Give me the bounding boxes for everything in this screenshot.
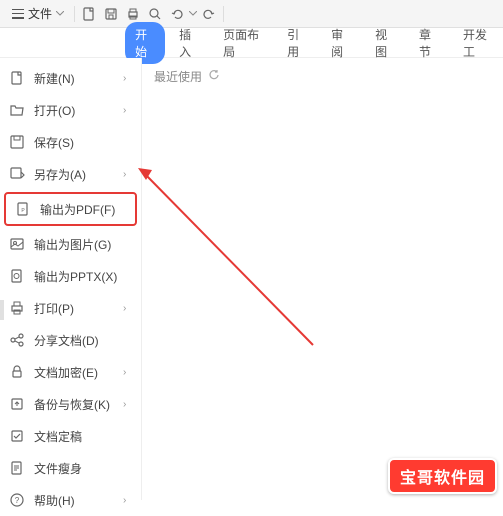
content-area: 最近使用 <box>142 58 503 500</box>
menu-label: 输出为PDF(F) <box>40 201 127 218</box>
file-menu-sidebar: 新建(N) › 打开(O) › 保存(S) 另存为(A) › P 输出为PDF(… <box>0 58 142 500</box>
menu-new[interactable]: 新建(N) › <box>0 62 141 94</box>
menu-label: 备份与恢复(K) <box>34 396 123 413</box>
menu-export-pptx[interactable]: 输出为PPTX(X) <box>0 260 141 292</box>
menu-help[interactable]: ? 帮助(H) › <box>0 484 141 516</box>
svg-text:P: P <box>21 208 25 214</box>
hamburger-icon <box>12 9 24 19</box>
menu-label: 文档定稿 <box>34 428 133 445</box>
chevron-right-icon: › <box>123 105 133 116</box>
print-icon <box>8 299 26 317</box>
menu-label: 文档加密(E) <box>34 364 123 381</box>
chevron-right-icon: › <box>123 73 133 84</box>
chevron-down-icon <box>56 10 64 18</box>
save-icon[interactable] <box>101 4 121 24</box>
pptx-icon <box>8 267 26 285</box>
preview-icon[interactable] <box>145 4 165 24</box>
left-edge-marker <box>0 300 4 320</box>
menu-label: 帮助(H) <box>34 492 123 509</box>
chevron-right-icon: › <box>123 495 133 506</box>
menu-encrypt[interactable]: 文档加密(E) › <box>0 356 141 388</box>
menu-export-pdf[interactable]: P 输出为PDF(F) <box>4 192 137 226</box>
menu-open[interactable]: 打开(O) › <box>0 94 141 126</box>
chevron-right-icon: › <box>123 367 133 378</box>
file-menu-label: 文件 <box>28 5 52 22</box>
save-icon <box>8 133 26 151</box>
separator <box>74 6 75 22</box>
undo-dropdown-icon[interactable] <box>189 10 197 18</box>
recent-text: 最近使用 <box>154 68 202 85</box>
help-icon: ? <box>8 491 26 509</box>
compress-icon <box>8 459 26 477</box>
print-icon[interactable] <box>123 4 143 24</box>
image-icon <box>8 235 26 253</box>
pdf-icon: P <box>14 200 32 218</box>
new-icon <box>8 69 26 87</box>
menu-label: 打开(O) <box>34 102 123 119</box>
menu-label: 保存(S) <box>34 134 133 151</box>
menu-label: 打印(P) <box>34 300 123 317</box>
svg-text:?: ? <box>15 496 20 505</box>
menu-save-as[interactable]: 另存为(A) › <box>0 158 141 190</box>
menu-slim[interactable]: 文件瘦身 <box>0 452 141 484</box>
backup-icon <box>8 395 26 413</box>
menu-share[interactable]: 分享文档(D) <box>0 324 141 356</box>
menu-label: 输出为PPTX(X) <box>34 268 133 285</box>
check-icon <box>8 427 26 445</box>
share-icon <box>8 331 26 349</box>
chevron-right-icon: › <box>123 303 133 314</box>
separator <box>223 6 224 22</box>
menu-backup[interactable]: 备份与恢复(K) › <box>0 388 141 420</box>
recent-used-label: 最近使用 <box>154 68 491 85</box>
chevron-right-icon: › <box>123 169 133 180</box>
menu-label: 分享文档(D) <box>34 332 133 349</box>
menu-label: 文件瘦身 <box>34 460 133 477</box>
menu-save[interactable]: 保存(S) <box>0 126 141 158</box>
redo-icon[interactable] <box>199 4 219 24</box>
new-doc-icon[interactable] <box>79 4 99 24</box>
menu-finalize[interactable]: 文档定稿 <box>0 420 141 452</box>
open-icon <box>8 101 26 119</box>
menu-print[interactable]: 打印(P) › <box>0 292 141 324</box>
watermark-badge: 宝哥软件园 <box>388 458 497 494</box>
refresh-icon[interactable] <box>208 69 220 84</box>
menu-label: 输出为图片(G) <box>34 236 133 253</box>
ribbon-tabs: 开始 插入 页面布局 引用 审阅 视图 章节 开发工 <box>0 28 503 58</box>
menu-label: 另存为(A) <box>34 166 123 183</box>
chevron-right-icon: › <box>123 399 133 410</box>
menu-export-image[interactable]: 输出为图片(G) <box>0 228 141 260</box>
undo-icon[interactable] <box>167 4 187 24</box>
save-as-icon <box>8 165 26 183</box>
file-menu-button[interactable]: 文件 <box>6 3 70 24</box>
lock-icon <box>8 363 26 381</box>
menu-label: 新建(N) <box>34 70 123 87</box>
